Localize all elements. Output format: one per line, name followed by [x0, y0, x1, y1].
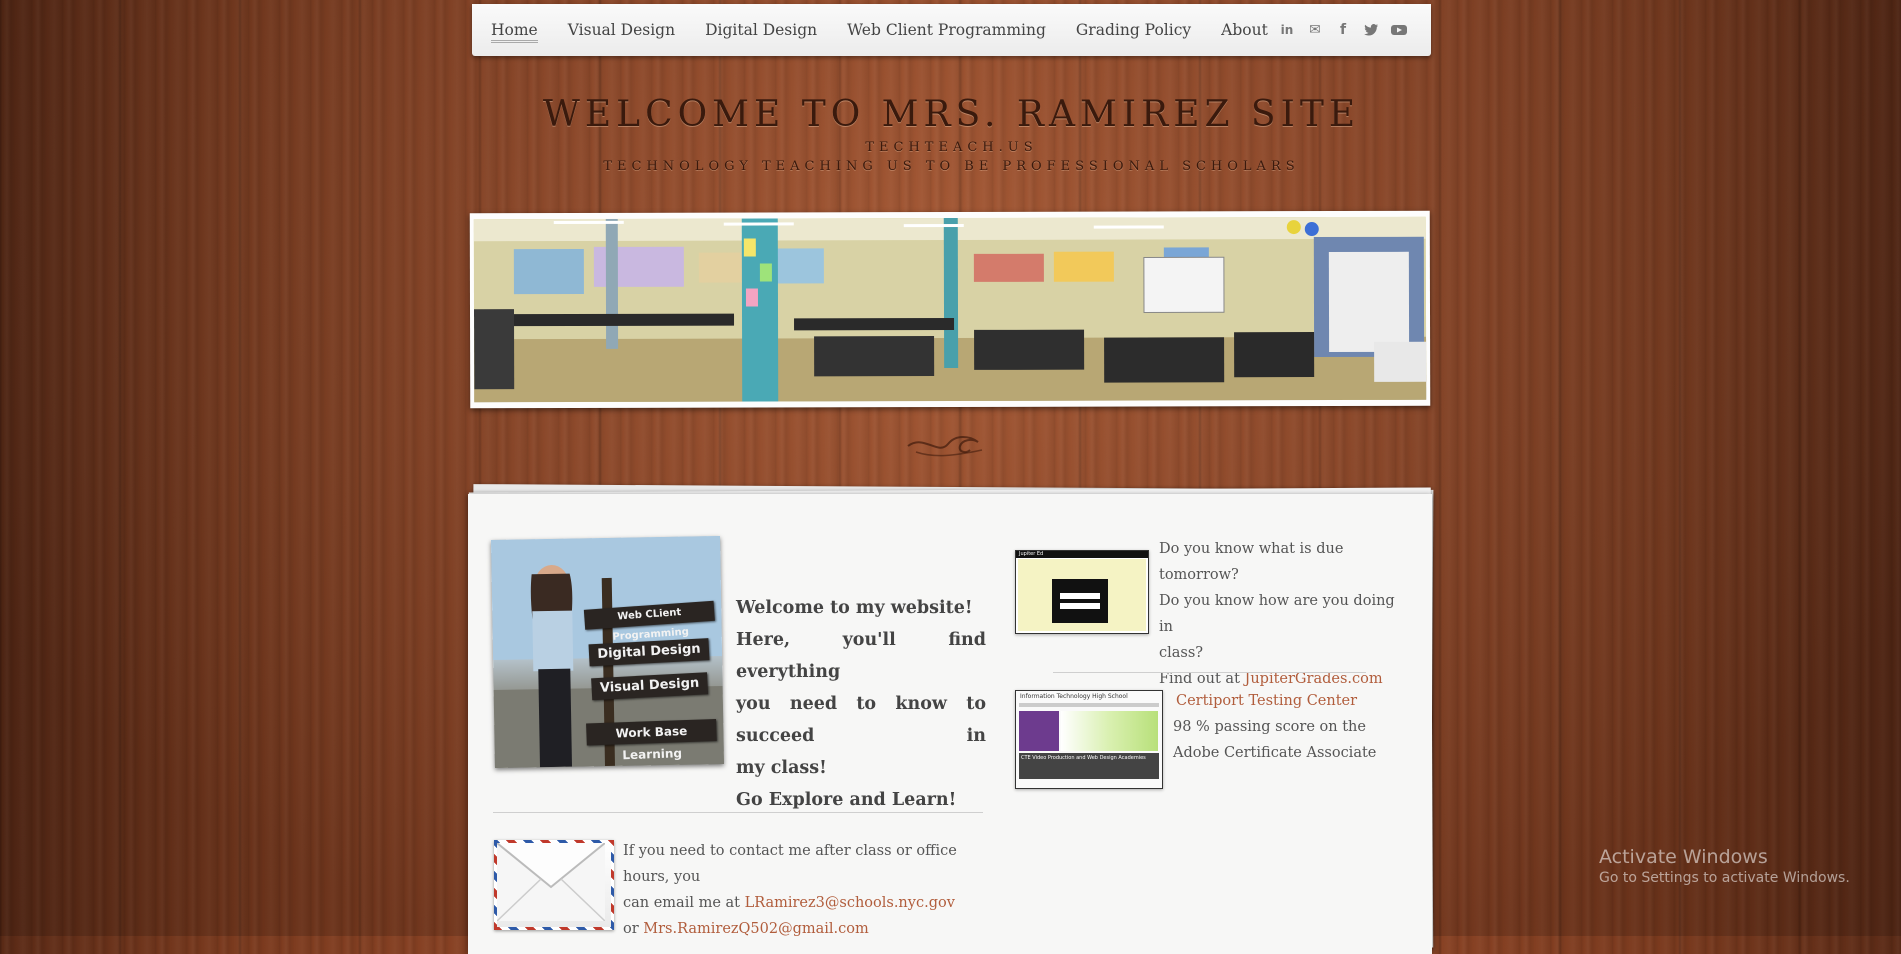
contact-line-2: can email me at LRamirez3@schools.nyc.go… — [623, 890, 993, 916]
nav-web-client-programming[interactable]: Web Client Programming — [847, 21, 1046, 43]
welcome-line-1: Welcome to my website! — [736, 598, 973, 618]
banner-frame — [469, 210, 1431, 409]
youtube-shape — [1391, 25, 1407, 35]
activate-windows-title: Activate Windows — [1599, 846, 1768, 868]
contact-text: If you need to contact me after class or… — [623, 838, 993, 942]
site-subtitle: TECHTEACH.US — [865, 140, 1038, 155]
top-nav-bar: Home Visual Design Digital Design Web Cl… — [472, 4, 1431, 56]
sign-work-base-learning: Work Base Learning — [586, 718, 717, 762]
jupiter-q2b: class? — [1159, 645, 1204, 661]
classroom-banner-image — [473, 216, 1427, 403]
email-icon[interactable]: ✉ — [1305, 22, 1325, 38]
contact-line-3: or Mrs.RamirezQ502@gmail.com — [623, 916, 993, 942]
certiport-link[interactable]: Certiport Testing Center — [1176, 693, 1357, 709]
youtube-icon[interactable] — [1389, 22, 1409, 38]
gmail-email-link[interactable]: Mrs.RamirezQ502@gmail.com — [643, 921, 869, 937]
classroom-illustration — [473, 216, 1427, 403]
contact-line-2-prefix: can email me at — [623, 895, 745, 911]
decorative-flourish-icon — [904, 428, 988, 460]
windows-activation-watermark: Activate Windows Go to Settings to activ… — [1599, 846, 1850, 886]
jupiter-find-prefix: Find out at — [1159, 671, 1245, 687]
school-email-link[interactable]: LRamirez3@schools.nyc.gov — [745, 895, 955, 911]
nav-home[interactable]: Home — [491, 21, 538, 43]
nav-about[interactable]: About — [1221, 21, 1268, 43]
facebook-icon[interactable]: f — [1333, 22, 1353, 38]
jupiter-q1: Do you know what is due tomorrow? — [1159, 541, 1344, 583]
jupiter-thumb-field — [1060, 593, 1100, 599]
certiport-line-2: Adobe Certificate Associate — [1173, 745, 1377, 761]
jupiter-text: Do you know what is due tomorrow? Do you… — [1159, 536, 1409, 692]
jupiter-thumb-header: Jupiter Ed — [1016, 551, 1148, 558]
certiport-thumb-nav — [1019, 703, 1159, 707]
nav-visual-design[interactable]: Visual Design — [568, 21, 675, 43]
jupiter-grades-link[interactable]: JupiterGrades.com — [1245, 671, 1383, 687]
twitter-bird-shape — [1364, 24, 1378, 36]
jupiter-q2a: Do you know how are you doing in — [1159, 593, 1395, 635]
nav-grading-policy[interactable]: Grading Policy — [1076, 21, 1191, 43]
jupiter-thumb-field-2 — [1060, 603, 1100, 609]
welcome-line-3: you need to know to succeed in — [736, 694, 986, 746]
certiport-thumb-image-right — [1061, 711, 1158, 751]
certiport-text: Certiport Testing Center 98 % passing sc… — [1173, 688, 1413, 766]
welcome-line-2: Here, you'll find everything — [736, 630, 986, 682]
certiport-thumb-caption: CTE Video Production and Web Design Acad… — [1019, 753, 1159, 779]
contact-line-1: If you need to contact me after class or… — [623, 843, 957, 885]
social-links: in ✉ f — [1269, 22, 1409, 38]
main-content-panel: Web CLient Programming Digital Design Vi… — [468, 494, 1432, 954]
jupiter-thumb-login-box — [1052, 579, 1108, 623]
left-divider — [493, 812, 983, 813]
certiport-thumbnail[interactable]: Information Technology High School CTE V… — [1015, 690, 1163, 789]
nav-links: Home Visual Design Digital Design Web Cl… — [491, 21, 1298, 43]
linkedin-icon[interactable]: in — [1277, 22, 1297, 38]
envelope-shape — [497, 843, 606, 922]
contact-line-3-prefix: or — [623, 921, 644, 937]
certiport-link-row: Certiport Testing Center — [1173, 688, 1413, 714]
welcome-line-4: my class! — [736, 758, 827, 778]
site-title: WELCOME TO MRS. RAMIREZ SITE — [542, 94, 1361, 135]
nav-digital-design[interactable]: Digital Design — [705, 21, 817, 43]
flourish-shape — [907, 436, 983, 457]
teacher-photo: Web CLient Programming Digital Design Vi… — [491, 536, 724, 768]
certiport-thumb-title: Information Technology High School — [1020, 693, 1128, 700]
jupiter-grades-thumbnail[interactable]: Jupiter Ed — [1015, 550, 1149, 634]
certiport-thumb-image-left — [1019, 711, 1059, 751]
welcome-message: Welcome to my website! Here, you'll find… — [736, 592, 986, 816]
site-tagline: TECHNOLOGY TEACHING US TO BE PROFESSIONA… — [603, 159, 1300, 174]
certiport-line-1: 98 % passing score on the — [1173, 719, 1366, 735]
twitter-icon[interactable] — [1361, 22, 1381, 38]
envelope-icon — [494, 840, 614, 930]
right-divider — [1053, 672, 1366, 673]
activate-windows-subtitle: Go to Settings to activate Windows. — [1599, 870, 1850, 886]
